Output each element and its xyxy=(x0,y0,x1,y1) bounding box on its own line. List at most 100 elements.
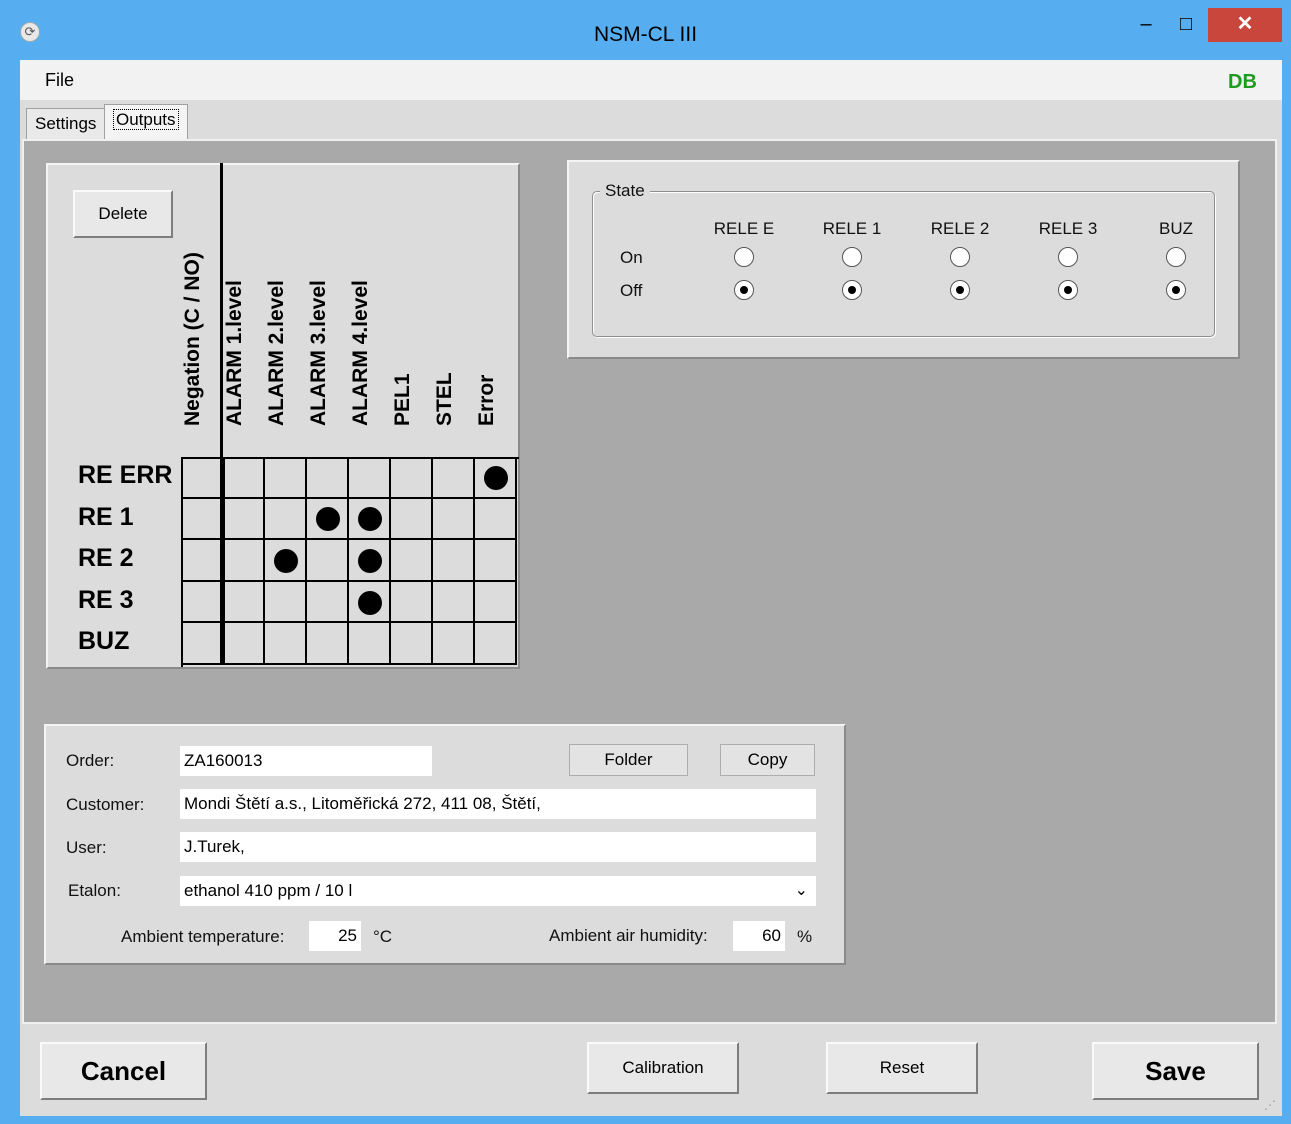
close-icon[interactable]: ✕ xyxy=(1208,8,1282,42)
matrix-cell[interactable] xyxy=(391,457,433,499)
matrix-cell[interactable] xyxy=(307,498,349,541)
matrix-cell[interactable] xyxy=(223,623,265,665)
calibration-button[interactable]: Calibration xyxy=(587,1042,739,1094)
matrix-cell[interactable] xyxy=(433,540,475,582)
etalon-select[interactable]: ethanol 410 ppm / 10 l ⌄ xyxy=(180,876,816,906)
db-indicator: DB xyxy=(1228,71,1257,93)
matrix-mark-dot xyxy=(358,548,382,573)
state-legend: State xyxy=(600,181,650,201)
window-title: NSM-CL III xyxy=(593,23,698,46)
off-label: Off xyxy=(620,281,643,300)
matrix-cell[interactable] xyxy=(265,623,307,665)
save-button[interactable]: Save xyxy=(1092,1042,1259,1100)
matrix-row-label: RE 1 xyxy=(78,502,134,531)
matrix-cell[interactable] xyxy=(223,581,265,624)
ambient-temperature-input[interactable]: 25 xyxy=(309,921,361,951)
matrix-row-label: BUZ xyxy=(78,627,130,656)
relay-on-radio[interactable] xyxy=(842,247,862,267)
matrix-cell[interactable] xyxy=(475,498,517,541)
tab-settings[interactable]: Settings xyxy=(26,108,106,140)
cancel-button[interactable]: Cancel xyxy=(40,1042,207,1100)
matrix-cell[interactable] xyxy=(181,457,225,499)
matrix-mark-dot xyxy=(358,507,382,532)
matrix-column-header-label: PEL1 xyxy=(391,373,414,426)
relay-name: RELE 3 xyxy=(1038,219,1098,238)
matrix-cell[interactable] xyxy=(349,581,391,624)
menu-file[interactable]: File xyxy=(45,70,74,91)
matrix-cell[interactable] xyxy=(391,540,433,582)
matrix-cell[interactable] xyxy=(349,623,391,665)
ambient-temperature-label: Ambient temperature: xyxy=(121,927,285,946)
minimize-icon[interactable]: – xyxy=(1128,8,1164,42)
matrix-cell[interactable] xyxy=(181,540,225,582)
matrix-cell[interactable] xyxy=(475,457,517,499)
matrix-cell[interactable] xyxy=(349,540,391,582)
matrix-cell[interactable] xyxy=(265,581,307,624)
matrix-cell[interactable] xyxy=(349,498,391,541)
tab-outputs[interactable]: Outputs xyxy=(104,104,188,140)
matrix-cell[interactable] xyxy=(433,498,475,541)
tab-outputs-label: Outputs xyxy=(113,109,179,130)
matrix-column-header-label: ALARM 4.level xyxy=(349,280,372,426)
relay-on-radio[interactable] xyxy=(734,247,754,267)
chevron-down-icon[interactable]: ⌄ xyxy=(795,876,808,906)
matrix-cell[interactable] xyxy=(181,623,225,665)
customer-input[interactable]: Mondi Štětí a.s., Litoměřická 272, 411 0… xyxy=(180,789,816,819)
etalon-label: Etalon: xyxy=(68,881,121,900)
copy-button[interactable]: Copy xyxy=(720,744,815,776)
matrix-cell[interactable] xyxy=(307,540,349,582)
matrix-cell[interactable] xyxy=(391,623,433,665)
matrix-row-label: RE ERR xyxy=(78,461,173,489)
matrix-cell[interactable] xyxy=(391,498,433,541)
title-bar[interactable]: ⟳ NSM-CL III – □ ✕ xyxy=(0,0,1291,60)
relay-off-radio[interactable] xyxy=(950,280,970,300)
matrix-cell[interactable] xyxy=(475,623,517,665)
matrix-cell[interactable] xyxy=(223,540,265,582)
menu-bar xyxy=(20,60,1282,100)
matrix-column-header-label: ALARM 1.level xyxy=(223,280,246,426)
matrix-column-header: PEL1 xyxy=(391,150,431,450)
relay-off-radio[interactable] xyxy=(1166,280,1186,300)
matrix-cell[interactable] xyxy=(307,457,349,499)
matrix-row-label: RE 3 xyxy=(78,585,134,614)
relay-off-radio[interactable] xyxy=(1058,280,1078,300)
matrix-column-header: STEL xyxy=(433,150,473,450)
reset-button[interactable]: Reset xyxy=(826,1042,978,1094)
resize-grip-icon[interactable]: ⋰ xyxy=(1264,1098,1276,1112)
relay-off-radio[interactable] xyxy=(842,280,862,300)
matrix-column-header-label: ALARM 2.level xyxy=(265,280,288,426)
matrix-cell[interactable] xyxy=(349,457,391,499)
matrix-cell[interactable] xyxy=(475,540,517,582)
temperature-unit: °C xyxy=(373,927,393,946)
order-input[interactable]: ZA160013 xyxy=(180,746,432,776)
matrix-cell[interactable] xyxy=(433,623,475,665)
matrix-cell[interactable] xyxy=(223,498,265,541)
etalon-selected-value: ethanol 410 ppm / 10 l xyxy=(184,881,353,900)
user-input[interactable]: J.Turek, xyxy=(180,832,816,862)
matrix-cell[interactable] xyxy=(433,581,475,624)
matrix-cell[interactable] xyxy=(265,540,307,582)
relay-off-radio[interactable] xyxy=(734,280,754,300)
relay-name: RELE E xyxy=(713,219,775,238)
ambient-humidity-input[interactable]: 60 xyxy=(733,921,785,951)
relay-on-radio[interactable] xyxy=(1166,247,1186,267)
matrix-row-label: RE 2 xyxy=(78,544,134,573)
matrix-mark-dot xyxy=(484,465,508,490)
matrix-cell[interactable] xyxy=(223,457,265,499)
matrix-cell[interactable] xyxy=(475,581,517,624)
matrix-cell[interactable] xyxy=(265,498,307,541)
matrix-cell[interactable] xyxy=(433,457,475,499)
relay-on-radio[interactable] xyxy=(1058,247,1078,267)
matrix-cell[interactable] xyxy=(307,581,349,624)
relay-name: RELE 1 xyxy=(822,219,882,238)
relay-name: BUZ xyxy=(1159,219,1193,238)
delete-button[interactable]: Delete xyxy=(73,190,173,238)
matrix-cell[interactable] xyxy=(181,498,225,541)
matrix-cell[interactable] xyxy=(391,581,433,624)
matrix-cell[interactable] xyxy=(307,623,349,665)
relay-on-radio[interactable] xyxy=(950,247,970,267)
folder-button[interactable]: Folder xyxy=(569,744,688,776)
matrix-cell[interactable] xyxy=(265,457,307,499)
maximize-icon[interactable]: □ xyxy=(1168,8,1204,42)
matrix-cell[interactable] xyxy=(181,581,225,624)
